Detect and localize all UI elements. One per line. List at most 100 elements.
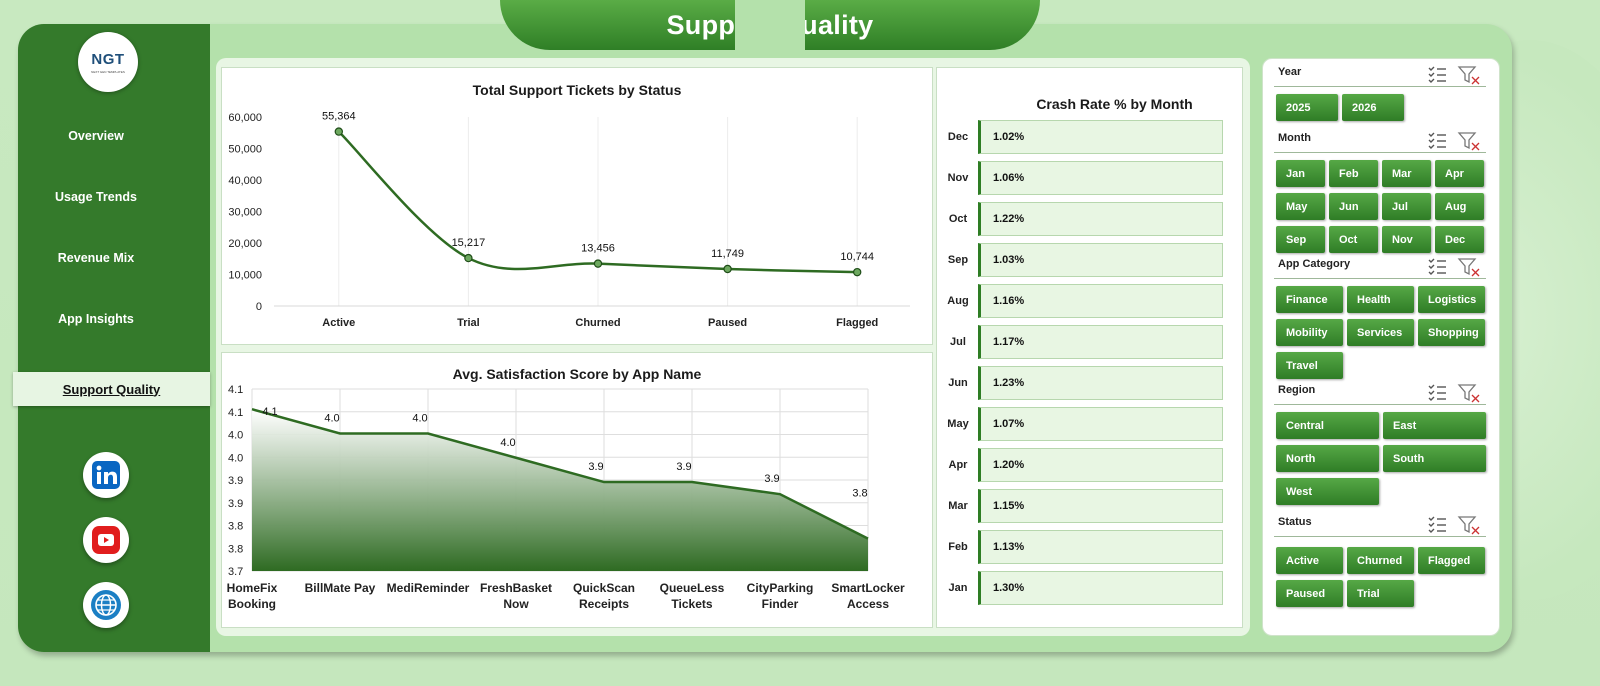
- crash-bar: 1.03%: [978, 243, 1223, 277]
- filter-actions-region[interactable]: [1426, 382, 1482, 409]
- crash-month-label: Sep: [947, 254, 969, 266]
- tickets-chart-card: Total Support Tickets by Status 0 10,000 2…: [221, 67, 933, 345]
- filter-option-status[interactable]: Flagged: [1418, 547, 1485, 574]
- multi-select-icon: [1428, 132, 1446, 149]
- linkedin-button[interactable]: [83, 452, 129, 498]
- nav-item-usage-trends[interactable]: Usage Trends: [0, 190, 192, 204]
- clear-filter-icon: [1457, 384, 1480, 403]
- filter-option-region[interactable]: East: [1383, 412, 1486, 439]
- tickets-point: [334, 127, 344, 136]
- filter-option-app-category[interactable]: Mobility: [1276, 319, 1343, 346]
- filter-option-month[interactable]: Apr: [1435, 160, 1484, 187]
- filter-option-month[interactable]: Jan: [1276, 160, 1325, 187]
- tickets-data-label: 55,364: [322, 111, 356, 123]
- filter-actions-app-category[interactable]: [1426, 256, 1482, 283]
- satisfaction-y-tick: 3.9: [228, 475, 243, 487]
- crash-value-label: 1.17%: [993, 336, 1025, 348]
- filter-actions-status[interactable]: [1426, 514, 1482, 541]
- filter-option-month[interactable]: Feb: [1329, 160, 1378, 187]
- filter-option-month[interactable]: Nov: [1382, 226, 1431, 253]
- crash-month-label: Aug: [947, 295, 969, 307]
- satisfaction-data-label: 3.9: [764, 473, 779, 485]
- tickets-line-chart: 0 10,000 20,000 30,000 40,000 50,000 60,000 55,…: [228, 111, 910, 329]
- satisfaction-area-chart: 3.7 3.8 3.8 3.9 3.9 4.0 4.0 4.1 4.1 4.1 HomeFix Boo…: [227, 384, 905, 611]
- filter-header-month: Month: [1274, 130, 1486, 153]
- filter-option-status[interactable]: Paused: [1276, 580, 1343, 607]
- filter-option-region[interactable]: North: [1276, 445, 1379, 472]
- filter-option-month[interactable]: Aug: [1435, 193, 1484, 220]
- satisfaction-x-tick: QuickScan: [573, 581, 635, 595]
- crash-bar: 1.16%: [978, 284, 1223, 318]
- crash-month-label: Oct: [948, 213, 968, 225]
- filter-option-month[interactable]: Jul: [1382, 193, 1431, 220]
- filter-option-app-category[interactable]: Services: [1347, 319, 1414, 346]
- tickets-y-tick: 10,000: [228, 270, 262, 282]
- satisfaction-x-tick: HomeFix: [227, 581, 278, 595]
- crash-bar: 1.13%: [978, 530, 1223, 564]
- crash-value-label: 1.07%: [993, 418, 1025, 430]
- filter-option-app-category[interactable]: Travel: [1276, 352, 1343, 379]
- crash-month-label: Apr: [948, 459, 968, 471]
- tickets-point: [593, 259, 603, 268]
- tickets-data-label: 13,456: [581, 243, 615, 255]
- crash-bar: 1.30%: [978, 571, 1223, 605]
- filter-option-month[interactable]: Oct: [1329, 226, 1378, 253]
- filter-header-year: Year: [1274, 64, 1486, 87]
- satisfaction-x-tick: Receipts: [579, 597, 629, 611]
- filter-option-month[interactable]: Sep: [1276, 226, 1325, 253]
- filter-option-app-category[interactable]: Logistics: [1418, 286, 1485, 313]
- filter-option-status[interactable]: Trial: [1347, 580, 1414, 607]
- filter-option-month[interactable]: Jun: [1329, 193, 1378, 220]
- logo-subtext: NEXT GEN TEMPLATES: [91, 69, 125, 74]
- tickets-x-tick: Paused: [708, 317, 747, 329]
- filter-option-year[interactable]: 2026: [1342, 94, 1404, 121]
- satisfaction-data-label: 4.0: [500, 437, 515, 449]
- youtube-button[interactable]: [83, 517, 129, 563]
- filter-actions-year[interactable]: [1426, 64, 1482, 91]
- crash-value-label: 1.16%: [993, 295, 1025, 307]
- satisfaction-x-tick: Tickets: [671, 597, 712, 611]
- filter-option-region[interactable]: Central: [1276, 412, 1379, 439]
- satisfaction-x-tick: FreshBasket: [480, 581, 552, 595]
- satisfaction-data-label: 4.1: [262, 406, 277, 418]
- multi-select-icon: [1428, 258, 1446, 275]
- website-button[interactable]: [83, 582, 129, 628]
- multi-select-icon: [1428, 384, 1446, 401]
- tickets-point: [464, 253, 473, 263]
- tickets-y-tick: 30,000: [228, 207, 262, 219]
- crash-value-label: 1.06%: [993, 172, 1025, 184]
- satisfaction-x-tick: BillMate Pay: [305, 581, 376, 595]
- crash-chart-title: Crash Rate % by Month: [1036, 96, 1193, 112]
- satisfaction-y-tick: 3.9: [228, 498, 243, 510]
- crash-month-label: Jan: [948, 582, 968, 594]
- filter-title-month: Month: [1278, 132, 1311, 144]
- filter-option-month[interactable]: Dec: [1435, 226, 1484, 253]
- nav-item-revenue-mix[interactable]: Revenue Mix: [0, 251, 192, 265]
- clear-filter-icon: [1457, 516, 1480, 535]
- satisfaction-x-tick: CityParking: [747, 581, 814, 595]
- nav-item-overview[interactable]: Overview: [0, 129, 192, 143]
- company-logo[interactable]: NGT NEXT GEN TEMPLATES: [78, 32, 138, 92]
- filter-option-month[interactable]: Mar: [1382, 160, 1431, 187]
- crash-bar: 1.15%: [978, 489, 1223, 523]
- filter-option-app-category[interactable]: Shopping: [1418, 319, 1485, 346]
- satisfaction-y-tick: 4.1: [228, 384, 243, 396]
- logo-text: NGT: [91, 50, 125, 68]
- youtube-icon: [92, 526, 120, 554]
- filter-option-region[interactable]: South: [1383, 445, 1486, 472]
- filter-actions-month[interactable]: [1426, 130, 1482, 157]
- tickets-y-tick: 50,000: [228, 144, 262, 156]
- filter-option-app-category[interactable]: Health: [1347, 286, 1414, 313]
- filter-option-region[interactable]: West: [1276, 478, 1379, 505]
- multi-select-icon: [1428, 66, 1446, 83]
- nav-item-support-quality[interactable]: Support Quality: [13, 372, 210, 406]
- filter-option-year[interactable]: 2025: [1276, 94, 1338, 121]
- globe-icon: [91, 590, 121, 620]
- filter-option-month[interactable]: May: [1276, 193, 1325, 220]
- filter-option-status[interactable]: Active: [1276, 547, 1343, 574]
- filter-option-app-category[interactable]: Finance: [1276, 286, 1343, 313]
- nav-item-app-insights[interactable]: App Insights: [0, 312, 192, 326]
- filter-option-status[interactable]: Churned: [1347, 547, 1414, 574]
- filter-title-region: Region: [1278, 384, 1316, 396]
- filter-title-status: Status: [1278, 516, 1312, 528]
